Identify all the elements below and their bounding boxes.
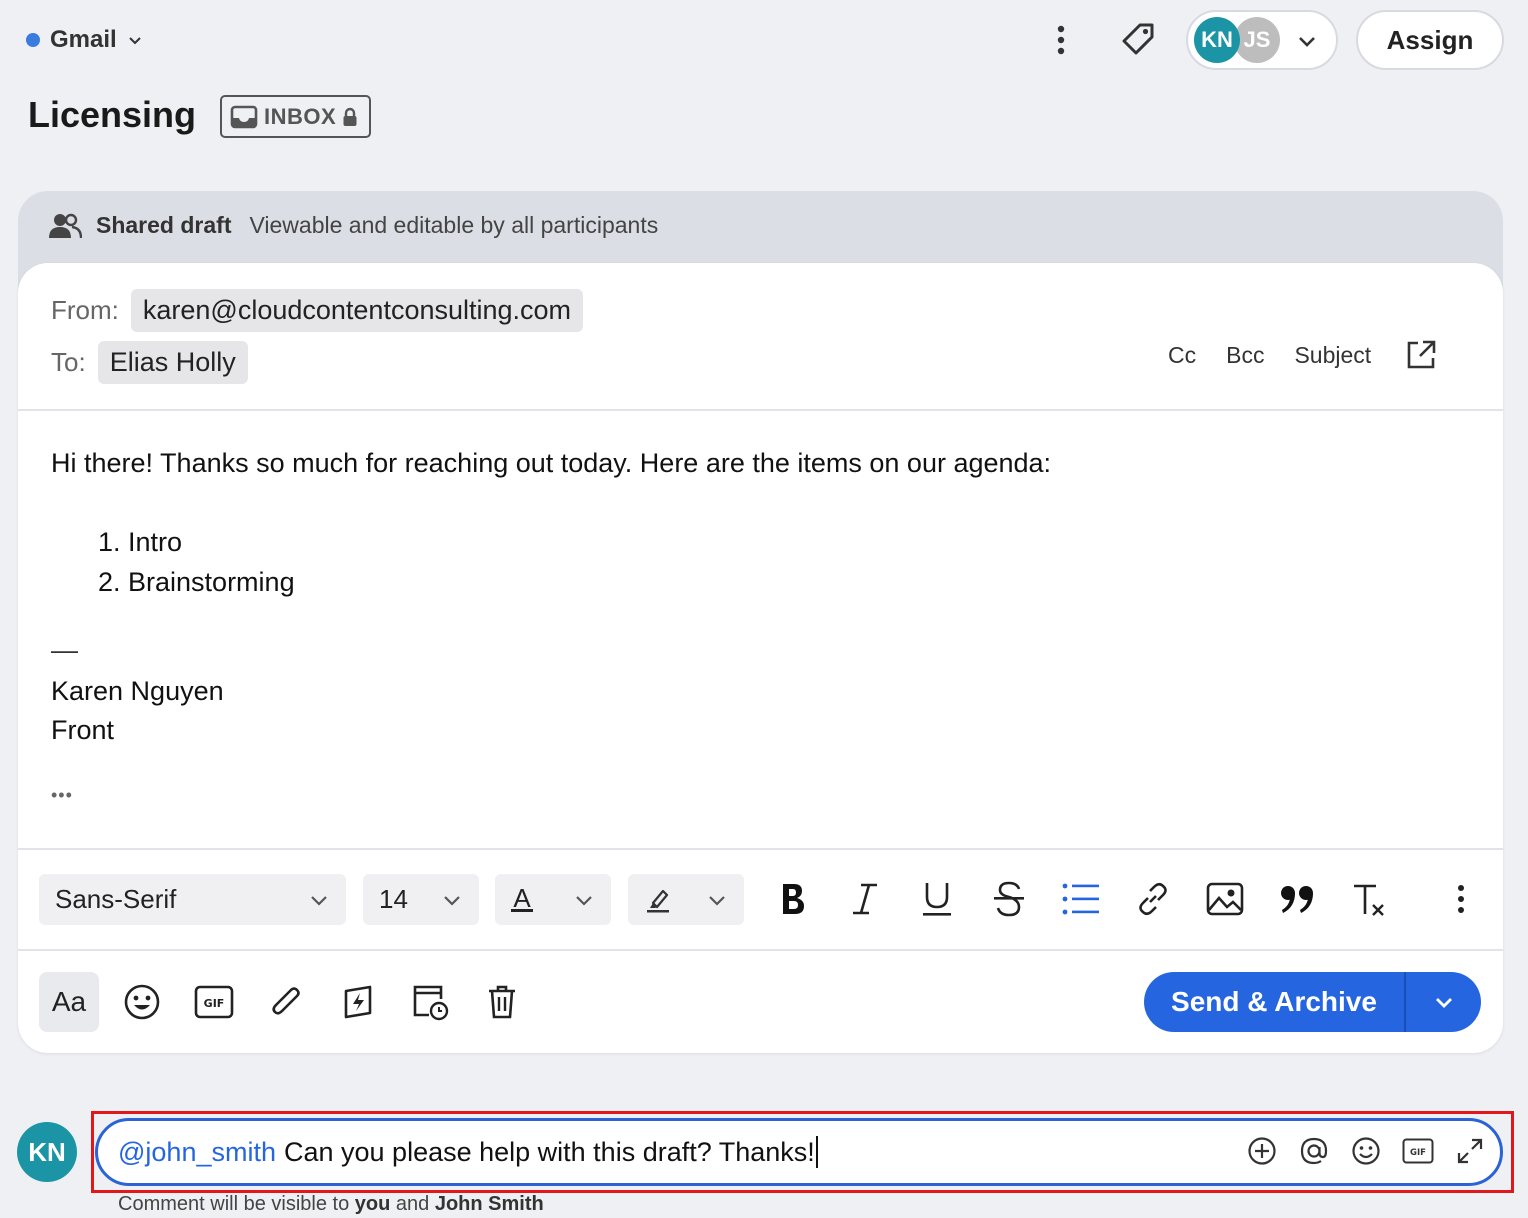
font-size-select[interactable]: 14: [363, 874, 479, 925]
bcc-button[interactable]: Bcc: [1226, 342, 1264, 369]
attachment-icon[interactable]: [266, 982, 306, 1022]
comment-visibility-note: Comment will be visible to you and John …: [118, 1193, 544, 1216]
chevron-down-icon: [128, 37, 141, 45]
inbox-color-dot: [26, 33, 40, 47]
page-title: Licensing: [28, 94, 197, 135]
font-family-value: Sans-Serif: [55, 884, 177, 914]
clear-formatting-icon[interactable]: [1349, 879, 1389, 919]
more-options-icon[interactable]: [1046, 10, 1076, 70]
visibility-note-and: and: [395, 1193, 430, 1215]
send-archive-button[interactable]: Send & Archive: [1144, 972, 1481, 1032]
visibility-note-prefix: Comment will be visible to: [118, 1193, 350, 1215]
text-color-select[interactable]: A: [495, 874, 611, 925]
visibility-note-user: John Smith: [434, 1193, 544, 1215]
avatar: KN: [1194, 17, 1240, 63]
svg-text:GIF: GIF: [1410, 1148, 1426, 1158]
comment-message: Can you please help with this draft? Tha…: [283, 1136, 815, 1167]
shared-draft-banner: Shared draft Viewable and editable by al…: [48, 212, 658, 239]
italic-icon[interactable]: [845, 879, 885, 919]
compose-actions: GIF: [122, 982, 522, 1022]
from-row: From: karen@cloudcontentconsulting.com: [51, 289, 584, 332]
agenda-item: 1. Intro: [98, 527, 183, 557]
show-trimmed-content[interactable]: •••: [51, 785, 73, 806]
inbox-selector[interactable]: Gmail: [26, 26, 143, 54]
bullet-list-icon[interactable]: [1061, 879, 1101, 919]
email-body-intro[interactable]: Hi there! Thanks so much for reaching ou…: [51, 448, 1051, 479]
assign-button[interactable]: Assign: [1356, 10, 1504, 70]
strikethrough-icon[interactable]: [989, 879, 1029, 919]
mention-tag[interactable]: @john_smith: [118, 1137, 276, 1168]
formatting-toggle-button[interactable]: Aa: [39, 972, 99, 1032]
shared-draft-description: Viewable and editable by all participant…: [249, 212, 659, 238]
signature-dash: —: [51, 635, 78, 665]
comment-input[interactable]: @john_smith Can you please help with thi…: [95, 1118, 1503, 1186]
send-archive-label: Send & Archive: [1171, 986, 1377, 1017]
image-icon[interactable]: [1205, 879, 1245, 919]
highlighter-icon: [647, 889, 669, 912]
agenda-item: 2. Brainstorming: [98, 567, 295, 597]
emoji-icon[interactable]: [122, 982, 162, 1022]
format-buttons: [773, 879, 1481, 919]
chevron-down-icon: [1435, 998, 1452, 1008]
inbox-tray-icon: [230, 105, 258, 128]
inbox-badge-label: INBOX: [264, 103, 337, 129]
gif-icon[interactable]: GIF: [1402, 1133, 1434, 1169]
svg-text:GIF: GIF: [204, 997, 225, 1010]
toolbar-bottom-divider: [18, 949, 1503, 951]
emoji-icon[interactable]: [1350, 1133, 1382, 1169]
chevron-down-icon: [576, 895, 592, 906]
font-family-select[interactable]: Sans-Serif: [39, 874, 346, 925]
chevron-down-icon: [311, 895, 327, 906]
inbox-name: Gmail: [50, 26, 117, 53]
quote-icon[interactable]: [1277, 879, 1317, 919]
cc-button[interactable]: Cc: [1168, 342, 1196, 369]
trash-icon[interactable]: [482, 982, 522, 1022]
bold-icon[interactable]: [773, 879, 813, 919]
top-actions: KN JS Assign: [1046, 10, 1504, 70]
chevron-down-icon: [709, 895, 725, 906]
signature-name: Karen Nguyen: [51, 676, 224, 706]
assignee-selector[interactable]: KN JS: [1186, 10, 1338, 70]
comment-text: @john_smith Can you please help with thi…: [118, 1136, 818, 1168]
visibility-note-you: you: [354, 1193, 391, 1215]
chevron-down-icon: [444, 895, 460, 906]
popout-icon[interactable]: [1405, 339, 1437, 371]
toolbar-top-divider: [18, 848, 1503, 850]
add-icon[interactable]: [1246, 1133, 1278, 1169]
gif-icon[interactable]: GIF: [194, 982, 234, 1022]
lock-icon: [343, 107, 357, 126]
inbox-badge: INBOX: [220, 95, 371, 138]
link-icon[interactable]: [1133, 879, 1173, 919]
font-size-value: 14: [379, 884, 408, 914]
subject-button[interactable]: Subject: [1294, 342, 1371, 369]
mention-icon[interactable]: [1298, 1133, 1330, 1169]
compose-card: From: karen@cloudcontentconsulting.com T…: [18, 263, 1503, 1053]
expand-icon[interactable]: [1454, 1133, 1486, 1169]
chevron-down-icon: [1299, 37, 1315, 47]
header-divider: [18, 409, 1503, 411]
tag-icon[interactable]: [1116, 10, 1160, 70]
from-label: From:: [51, 295, 119, 325]
underline-icon[interactable]: [917, 879, 957, 919]
text-color-icon: A: [511, 885, 533, 912]
more-formatting-icon[interactable]: [1441, 879, 1481, 919]
to-label: To:: [51, 347, 86, 377]
schedule-send-icon[interactable]: [410, 982, 450, 1022]
text-cursor: [815, 1136, 818, 1168]
quick-action-icon[interactable]: [338, 982, 378, 1022]
signature-company: Front: [51, 715, 115, 745]
avatar: JS: [1234, 17, 1280, 63]
agenda-list: 1. Intro 2. Brainstorming: [98, 522, 295, 602]
people-icon: [49, 213, 82, 238]
header-links: Cc Bcc Subject: [1168, 339, 1437, 371]
to-row: To: Elias Holly: [51, 341, 248, 384]
comment-actions: GIF: [1246, 1133, 1486, 1169]
send-options-dropdown[interactable]: [1406, 990, 1481, 1014]
from-chip[interactable]: karen@cloudcontentconsulting.com: [130, 289, 584, 332]
avatar: KN: [17, 1122, 77, 1182]
shared-draft-label: Shared draft: [96, 212, 232, 238]
highlight-color-select[interactable]: [628, 874, 744, 925]
to-recipient-chip[interactable]: Elias Holly: [97, 341, 248, 384]
